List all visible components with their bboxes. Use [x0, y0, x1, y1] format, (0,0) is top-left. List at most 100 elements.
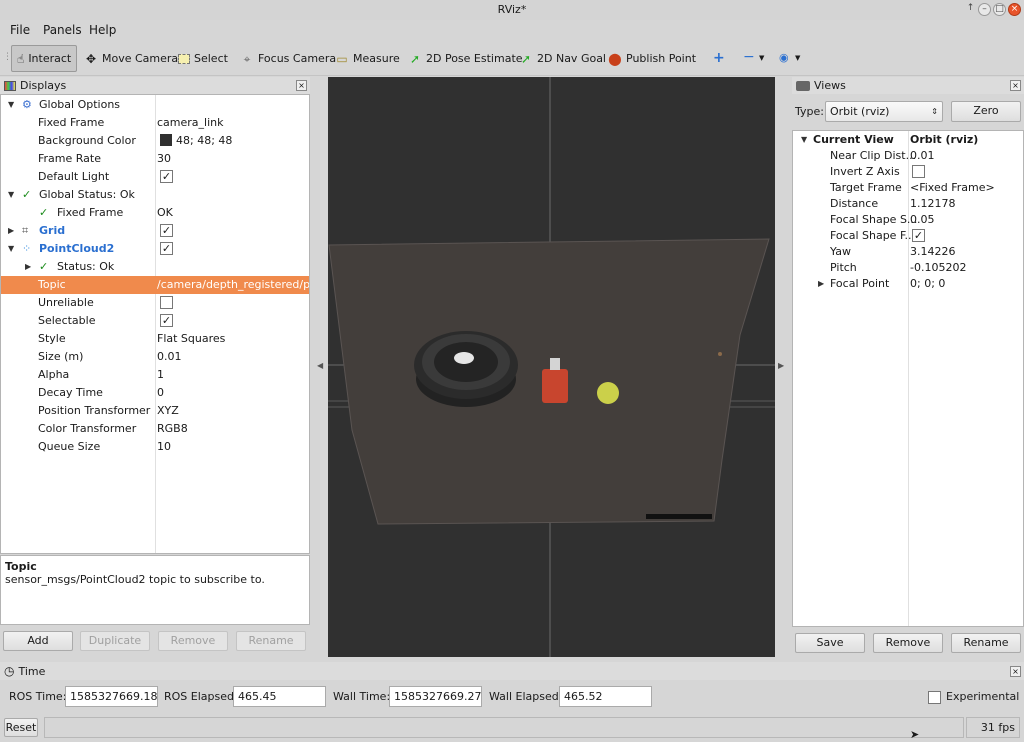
tree-label: PointCloud2 [39, 242, 115, 255]
tree-row-grid[interactable]: ▶ ⌗ Grid ✓ [1, 222, 309, 240]
close-icon[interactable]: × [296, 80, 307, 91]
selectable-checkbox[interactable]: ✓ [160, 312, 173, 330]
chevron-down-icon[interactable]: ▼ [795, 54, 800, 62]
publish-point-tool-button[interactable]: ⬤ Publish Point [603, 45, 701, 72]
menu-panels[interactable]: Panels [43, 23, 82, 37]
chevron-down-icon[interactable]: ▼ [8, 186, 14, 204]
tree-row-decay-time[interactable]: Decay Time 0 [1, 384, 309, 402]
pose-estimate-tool-button[interactable]: ➚ 2D Pose Estimate [403, 45, 528, 72]
grid-enabled-checkbox[interactable]: ✓ [160, 222, 173, 240]
rename-button[interactable]: Rename [236, 631, 306, 651]
duplicate-button[interactable]: Duplicate [80, 631, 150, 651]
select-tool-button[interactable]: Select [173, 45, 233, 72]
unreliable-checkbox[interactable] [160, 294, 173, 312]
wall-elapsed-field[interactable]: 465.52 [559, 686, 652, 707]
tree-value[interactable]: 0 [157, 384, 164, 402]
ros-time-field[interactable]: 1585327669.18 [65, 686, 158, 707]
zero-button[interactable]: Zero [951, 101, 1021, 122]
tree-row-focal-point[interactable]: ▶ Focal Point 0; 0; 0 [793, 275, 1023, 293]
tree-row-alpha[interactable]: Alpha 1 [1, 366, 309, 384]
tree-value[interactable]: 0; 0; 0 [910, 275, 945, 293]
tree-value[interactable]: 30 [157, 150, 171, 168]
green-arrow-icon: ➚ [520, 51, 532, 66]
tree-row-fixed-frame[interactable]: Fixed Frame camera_link [1, 114, 309, 132]
tree-row-global-status[interactable]: ▼ ✓ Global Status: Ok [1, 186, 309, 204]
description-title: Topic [5, 560, 37, 573]
status-message-area [44, 717, 964, 738]
tree-row-global-options[interactable]: ▼ ⚙ Global Options [1, 96, 309, 114]
tree-row-queue-size[interactable]: Queue Size 10 [1, 438, 309, 456]
close-button[interactable]: × [1008, 3, 1021, 16]
add-button[interactable]: Add [3, 631, 73, 651]
experimental-checkbox[interactable] [928, 690, 941, 704]
tree-value[interactable]: XYZ [157, 402, 179, 420]
tree-value[interactable]: 48; 48; 48 [176, 132, 232, 150]
menu-help[interactable]: Help [89, 23, 116, 37]
menu-file[interactable]: File [10, 23, 30, 37]
chevron-down-icon[interactable]: ▼ [8, 96, 14, 114]
chevron-right-icon[interactable]: ▶ [25, 258, 31, 276]
chevron-down-icon[interactable]: ▼ [8, 240, 14, 258]
tree-row-status[interactable]: ▶ ✓ Status: Ok [1, 258, 309, 276]
view-type-dropdown[interactable]: Orbit (rviz) ⇕ [825, 101, 943, 122]
collapse-left-icon[interactable]: ◀ [317, 361, 323, 370]
tree-value[interactable]: Flat Squares [157, 330, 225, 348]
wall-time-field[interactable]: 1585327669.27 [389, 686, 482, 707]
remove-tool-icon[interactable]: − [743, 50, 755, 64]
remove-view-button[interactable]: Remove [873, 633, 943, 653]
tree-label: Size (m) [38, 350, 84, 363]
tree-value[interactable]: /camera/depth_registered/p... [157, 276, 309, 294]
save-button[interactable]: Save [795, 633, 865, 653]
tree-label: Queue Size [38, 440, 101, 453]
focus-camera-tool-button[interactable]: ⌖ Focus Camera [235, 45, 341, 72]
pointcloud-icon: ⁘ [22, 242, 32, 255]
add-tool-icon[interactable]: + [713, 51, 725, 65]
collapse-right-icon[interactable]: ▶ [778, 361, 784, 370]
measure-tool-button[interactable]: ▭ Measure [330, 45, 405, 72]
tree-value[interactable]: 0.01 [157, 348, 182, 366]
tree-row-fixed-frame-status[interactable]: ✓ Fixed Frame OK [1, 204, 309, 222]
tree-row-default-light[interactable]: Default Light ✓ [1, 168, 309, 186]
tree-value[interactable]: RGB8 [157, 420, 188, 438]
pointcloud-enabled-checkbox[interactable]: ✓ [160, 240, 173, 258]
tree-row-pointcloud2[interactable]: ▼ ⁘ PointCloud2 ✓ [1, 240, 309, 258]
tree-row-style[interactable]: Style Flat Squares [1, 330, 309, 348]
chevron-down-icon[interactable]: ▼ [759, 54, 764, 62]
chevron-right-icon[interactable]: ▶ [818, 275, 824, 293]
3d-viewport[interactable] [328, 77, 775, 657]
chevron-right-icon[interactable]: ▶ [8, 222, 14, 240]
tree-value[interactable]: 1 [157, 366, 164, 384]
close-icon[interactable]: × [1010, 665, 1021, 677]
maximize-button[interactable]: □ [993, 3, 1006, 16]
eye-icon[interactable]: ◉ [779, 51, 789, 64]
grid-icon: ⌗ [22, 224, 29, 237]
close-icon[interactable]: × [1010, 80, 1021, 91]
tree-row-color-transformer[interactable]: Color Transformer RGB8 [1, 420, 309, 438]
tree-value[interactable]: camera_link [157, 114, 224, 132]
pin-icon[interactable]: ↑ [964, 3, 977, 16]
tree-row-background-color[interactable]: Background Color 48; 48; 48 [1, 132, 309, 150]
tree-label: Grid [39, 224, 66, 237]
tree-row-position-transformer[interactable]: Position Transformer XYZ [1, 402, 309, 420]
reset-button[interactable]: Reset [4, 718, 38, 737]
tree-row-topic-selected[interactable]: Topic /camera/depth_registered/p... [1, 276, 309, 294]
color-swatch[interactable] [160, 132, 172, 150]
tree-label: Fixed Frame [57, 206, 124, 219]
minimize-button[interactable]: – [978, 3, 991, 16]
tree-row-frame-rate[interactable]: Frame Rate 30 [1, 150, 309, 168]
interact-tool-button[interactable]: ☝ Interact [11, 45, 77, 72]
hand-cursor-icon: ☝ [17, 51, 25, 66]
default-light-checkbox[interactable]: ✓ [160, 168, 173, 186]
tree-row-selectable[interactable]: Selectable ✓ [1, 312, 309, 330]
views-tree: ▼ Current View Orbit (rviz) Near Clip Di… [792, 130, 1024, 627]
tree-row-size[interactable]: Size (m) 0.01 [1, 348, 309, 366]
wall-elapsed-label: Wall Elapsed: [489, 690, 563, 703]
rename-view-button[interactable]: Rename [951, 633, 1021, 653]
ros-elapsed-field[interactable]: 465.45 [233, 686, 326, 707]
remove-button[interactable]: Remove [158, 631, 228, 651]
views-header: Views × [792, 77, 1024, 94]
nav-goal-tool-button[interactable]: ➚ 2D Nav Goal [514, 45, 611, 72]
tree-row-unreliable[interactable]: Unreliable [1, 294, 309, 312]
move-camera-tool-button[interactable]: ✥ Move Camera [79, 45, 183, 72]
tree-value[interactable]: 10 [157, 438, 171, 456]
